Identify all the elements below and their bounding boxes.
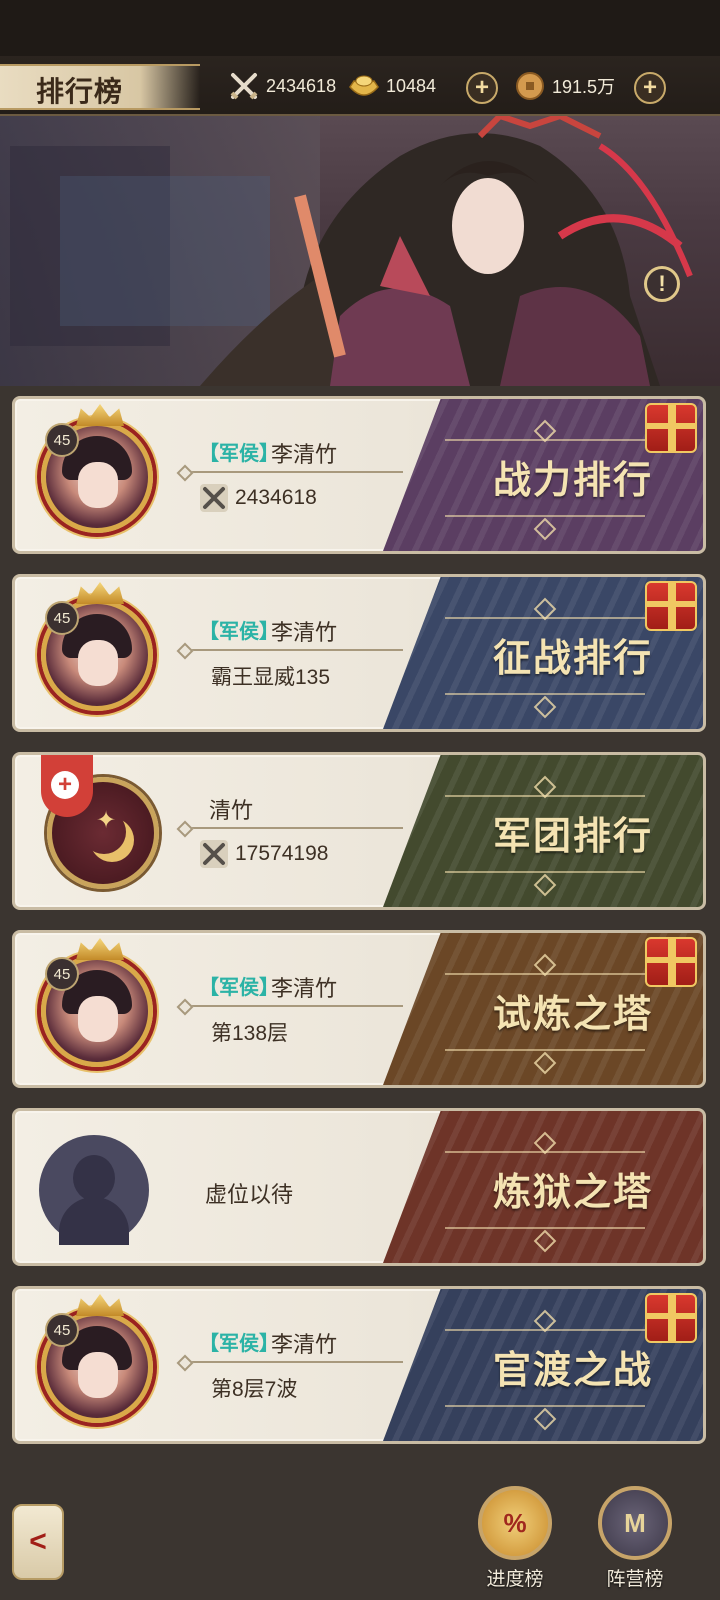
rank-tag: 【军侯】 [199,977,279,999]
ranking-card-inferno-tower[interactable]: 炼狱之塔 虚位以待 [12,1108,706,1266]
percent-icon: % [478,1486,552,1560]
stat-value: 第8层7波 [211,1378,298,1401]
stat-line: 第8层7波 [211,1373,297,1403]
stat-value: 17574198 [235,842,329,865]
power-value: 2434618 [266,75,337,96]
player-name: 李清竹 [271,1332,338,1357]
level-badge: 45 [45,1313,79,1347]
status-strip [0,0,720,56]
ranking-card-trial-tower[interactable]: 试炼之塔 45 【军侯】 李清竹 第138层 [12,930,706,1088]
camp-crown-icon: M [598,1486,672,1560]
level-badge: 45 [45,957,79,991]
page-title: 排行榜 [36,75,124,108]
separator [183,1361,403,1363]
copper-coin-icon [514,70,546,102]
empty-avatar-silhouette-icon [39,1135,149,1245]
stat-line: 霸王显威135 [211,661,330,691]
stat-line: 第138层 [211,1017,288,1047]
hero-banner: ! [0,116,720,386]
star-icon: ✦ [96,807,117,834]
stat-value: 霸王显威135 [211,666,331,689]
player-name: 李清竹 [271,620,338,645]
separator [183,649,403,651]
rank-title: 炼狱之塔 [492,1169,653,1214]
coin-display: 191.5万 [514,68,615,104]
crown-icon [76,938,124,960]
rank-title: 军团排行 [492,813,653,858]
ingot-value: 10484 [386,75,437,96]
ranking-card-power[interactable]: 战力排行 45 【军侯】 李清竹 2434618 [12,396,706,554]
rank-tag: 【军侯】 [199,1333,279,1355]
bottom-nav: < % 进度榜 M 阵营榜 [0,1478,720,1600]
crossed-swords-icon [200,840,228,868]
gift-icon[interactable] [645,581,697,631]
separator [183,1005,403,1007]
gift-icon[interactable] [645,403,697,453]
crown-icon [76,582,124,604]
rank-title: 官渡之战 [492,1347,653,1392]
rank-title: 试炼之塔 [492,991,653,1036]
add-legion-button[interactable]: + [41,755,93,817]
crown-icon [76,1294,124,1316]
gold-ingot-icon [348,70,380,102]
vacant-text: 虚位以待 [205,1182,294,1207]
rank-title: 战力排行 [492,457,653,502]
stat-value: 2434618 [235,486,317,509]
gift-icon[interactable] [645,1293,697,1343]
player-name: 李清竹 [271,976,338,1001]
ingot-display: 10484 [348,68,436,104]
ranking-card-legion[interactable]: 军团排行 ✦ + 清竹 17574198 [12,752,706,910]
rank-tag: 【军侯】 [199,621,279,643]
level-badge: 45 [45,601,79,635]
stat-value: 第138层 [211,1022,289,1045]
ranking-list: 战力排行 45 【军侯】 李清竹 2434618 征战排行 45 【军侯】 李清… [0,386,720,1478]
stat-line: 2434618 [199,483,317,513]
add-ingot-button[interactable]: + [466,72,498,104]
separator [183,471,403,473]
gift-icon[interactable] [645,937,697,987]
player-name: 李清竹 [271,442,338,467]
crown-icon [76,404,124,426]
level-badge: 45 [45,423,79,457]
camp-ranking-label: 阵营榜 [606,1569,664,1590]
crossed-swords-icon [228,70,260,102]
stat-line: 17574198 [199,839,328,869]
separator [183,827,403,829]
rank-title: 征战排行 [492,635,653,680]
ranking-card-conquest[interactable]: 征战排行 45 【军侯】 李清竹 霸王显威135 [12,574,706,732]
rank-tag: 【军侯】 [199,443,279,465]
ranking-card-guandu[interactable]: 官渡之战 45 【军侯】 李清竹 第8层7波 [12,1286,706,1444]
camp-ranking-button[interactable]: M 阵营榜 [590,1486,680,1596]
hero-character-illustration [200,116,693,386]
coin-value: 191.5万 [552,77,616,97]
info-button[interactable]: ! [644,266,680,302]
add-coin-button[interactable]: + [634,72,666,104]
back-button[interactable]: < [12,1504,64,1580]
crossed-swords-icon [200,484,228,512]
progress-ranking-button[interactable]: % 进度榜 [470,1486,560,1596]
power-display: 2434618 [228,68,336,104]
plus-icon: + [51,771,79,799]
legion-name: 清竹 [209,798,254,823]
progress-ranking-label: 进度榜 [486,1569,544,1590]
